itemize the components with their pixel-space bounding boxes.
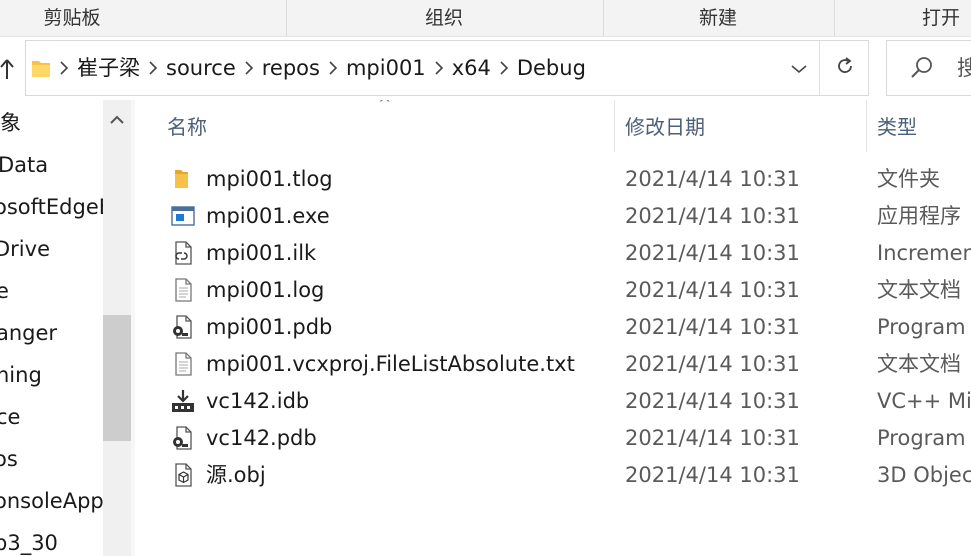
exe-icon (171, 204, 195, 228)
search-icon (909, 55, 935, 85)
file-name: mpi001.tlog (206, 167, 333, 191)
file-date: 2021/4/14 10:31 (625, 389, 800, 413)
3d-object-icon (171, 463, 195, 487)
file-row[interactable]: 源.obj 2021/4/14 10:31 3D Object (135, 457, 971, 494)
file-type: 文件夹 (877, 167, 940, 191)
file-type: 应用程序 (877, 204, 961, 228)
nav-item-edge[interactable]: osoftEdgeB (0, 189, 103, 225)
file-name: mpi001.log (206, 278, 325, 302)
file-name: mpi001.pdb (206, 315, 333, 339)
nav-item-os[interactable]: os (0, 441, 18, 477)
file-name: mpi001.ilk (206, 241, 317, 265)
refresh-button[interactable] (819, 41, 869, 95)
file-row[interactable]: mpi001.pdb 2021/4/14 10:31 Program (135, 309, 971, 346)
file-row[interactable]: mpi001.exe 2021/4/14 10:31 应用程序 (135, 198, 971, 235)
chevron-right-icon[interactable] (491, 41, 517, 95)
file-name: mpi001.exe (206, 204, 330, 228)
file-date: 2021/4/14 10:31 (625, 315, 800, 339)
chevron-down-icon (791, 59, 807, 78)
pdb-file-icon (171, 315, 195, 339)
file-date: 2021/4/14 10:31 (625, 204, 800, 228)
nav-list: 对象 Data osoftEdgeB Drive e anger hing ce… (0, 100, 103, 556)
file-name: mpi001.vcxproj.FileListAbsolute.txt (206, 352, 575, 376)
file-date: 2021/4/14 10:31 (625, 241, 800, 265)
breadcrumb: 崔子梁 source repos mpi001 x64 Debug (26, 41, 586, 95)
pdb-file-icon (171, 426, 195, 450)
chevron-right-icon[interactable] (51, 41, 77, 95)
file-type: 文本文档 (877, 352, 961, 376)
column-header-type[interactable]: 类型 (877, 100, 917, 155)
file-type: 3D Object (877, 463, 971, 487)
nav-item-data[interactable]: Data (0, 147, 48, 183)
file-row[interactable]: vc142.pdb 2021/4/14 10:31 Program (135, 420, 971, 457)
search-input[interactable]: 搜 (886, 40, 971, 96)
breadcrumb-item-mpi001[interactable]: mpi001 (346, 41, 426, 95)
ribbon-group-clipboard: 剪贴板 (43, 7, 101, 29)
file-date: 2021/4/14 10:31 (625, 352, 800, 376)
text-file-icon (171, 278, 195, 302)
breadcrumb-item-debug[interactable]: Debug (517, 41, 586, 95)
history-dropdown-button[interactable] (779, 41, 819, 95)
ribbon-group-new: 新建 (698, 7, 737, 29)
idb-file-icon (171, 389, 195, 413)
file-name: vc142.pdb (206, 426, 317, 450)
nav-item-e[interactable]: e (0, 273, 9, 309)
scroll-up-button[interactable] (103, 100, 131, 138)
chevron-right-icon[interactable] (140, 41, 166, 95)
folder-icon (171, 167, 195, 191)
nav-item-hing[interactable]: hing (0, 357, 42, 393)
nav-item-ce[interactable]: ce (0, 399, 20, 435)
ribbon-group-labels: 剪贴板 组织 新建 打开 (0, 0, 971, 37)
address-row: 崔子梁 source repos mpi001 x64 Debug 搜 (0, 37, 971, 99)
file-type: 文本文档 (877, 278, 961, 302)
file-row[interactable]: vc142.idb 2021/4/14 10:31 VC++ Mi (135, 383, 971, 420)
search-placeholder: 搜 (957, 56, 971, 80)
nav-item-anger[interactable]: anger (0, 315, 57, 351)
ilk-file-icon (171, 241, 195, 265)
file-name: 源.obj (206, 463, 266, 487)
address-bar[interactable]: 崔子梁 source repos mpi001 x64 Debug (25, 40, 869, 96)
column-divider[interactable] (614, 100, 615, 152)
file-date: 2021/4/14 10:31 (625, 278, 800, 302)
up-arrow-icon[interactable] (0, 57, 14, 81)
file-row[interactable]: mpi001.tlog 2021/4/14 10:31 文件夹 (135, 161, 971, 198)
nav-item-p3[interactable]: p3_30 (0, 525, 58, 556)
file-row[interactable]: mpi001.vcxproj.FileListAbsolute.txt 2021… (135, 346, 971, 383)
ribbon-group-organize: 组织 (424, 7, 463, 29)
folder-icon (31, 57, 51, 79)
nav-item-objects[interactable]: 对象 (0, 105, 21, 141)
breadcrumb-item-source[interactable]: source (166, 41, 236, 95)
refresh-icon (835, 56, 855, 80)
file-type: VC++ Mi (877, 389, 971, 413)
file-row[interactable]: mpi001.ilk 2021/4/14 10:31 Incremen (135, 235, 971, 272)
chevron-right-icon[interactable] (426, 41, 452, 95)
nav-item-consoleappl[interactable]: onsoleAppl (0, 483, 103, 519)
column-header-name[interactable]: 名称 (167, 100, 207, 155)
column-divider[interactable] (866, 100, 867, 152)
file-date: 2021/4/14 10:31 (625, 426, 800, 450)
file-date: 2021/4/14 10:31 (625, 167, 800, 191)
scroll-thumb[interactable] (103, 315, 131, 441)
chevron-right-icon[interactable] (320, 41, 346, 95)
nav-scrollbar[interactable] (103, 100, 131, 556)
file-row[interactable]: mpi001.log 2021/4/14 10:31 文本文档 (135, 272, 971, 309)
file-type: Program (877, 426, 966, 450)
breadcrumb-item-repos[interactable]: repos (262, 41, 320, 95)
file-type: Incremen (877, 241, 971, 265)
ribbon-group-open: 打开 (921, 7, 960, 29)
column-header-row: ^ 名称 修改日期 类型 (135, 100, 971, 155)
chevron-right-icon[interactable] (236, 41, 262, 95)
file-date: 2021/4/14 10:31 (625, 463, 800, 487)
column-header-date[interactable]: 修改日期 (625, 100, 705, 155)
nav-item-drive[interactable]: Drive (0, 231, 50, 267)
file-list: ^ 名称 修改日期 类型 mpi001.tlog 2021/4/14 10:31… (135, 100, 971, 556)
file-name: vc142.idb (206, 389, 310, 413)
file-type: Program (877, 315, 966, 339)
sort-ascending-icon: ^ (378, 100, 392, 113)
chevron-up-icon (110, 110, 124, 129)
text-file-icon (171, 352, 195, 376)
breadcrumb-item-user[interactable]: 崔子梁 (77, 41, 140, 95)
breadcrumb-item-x64[interactable]: x64 (452, 41, 491, 95)
